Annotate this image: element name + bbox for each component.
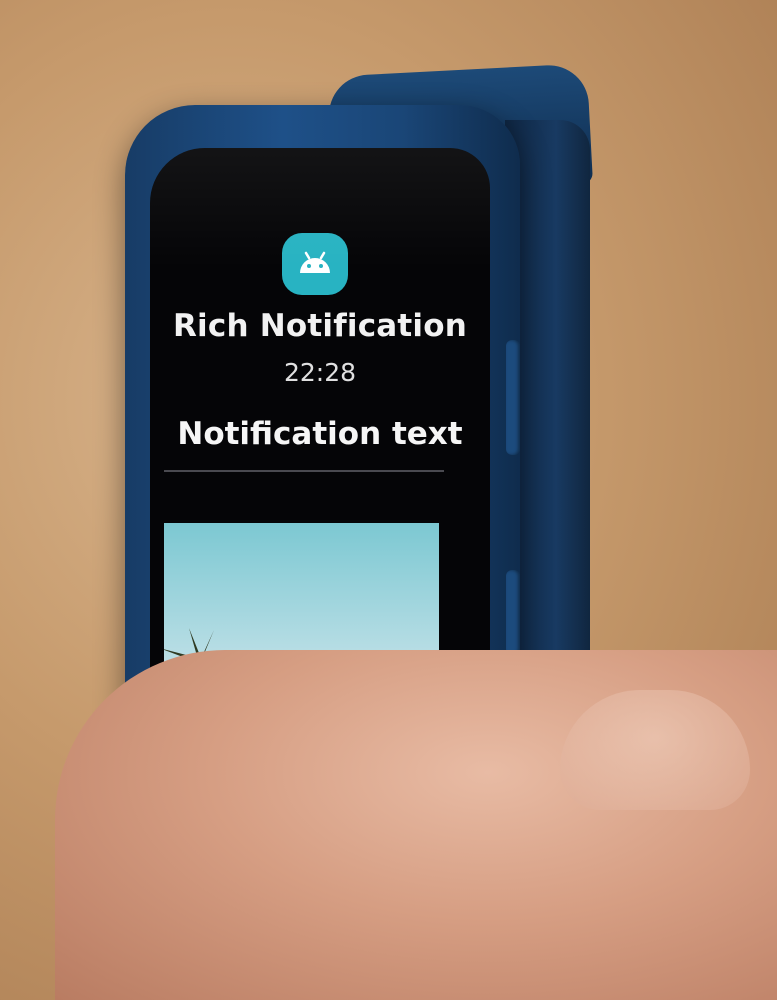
home-button[interactable] [506, 570, 520, 655]
thumb-highlight [560, 690, 750, 810]
android-icon [282, 233, 348, 295]
back-button[interactable] [506, 340, 520, 455]
divider [164, 470, 444, 472]
notification-time: 22:28 [283, 358, 357, 387]
notification-text[interactable]: Notification text [150, 416, 490, 452]
notification-title: Rich Notification [172, 308, 468, 344]
